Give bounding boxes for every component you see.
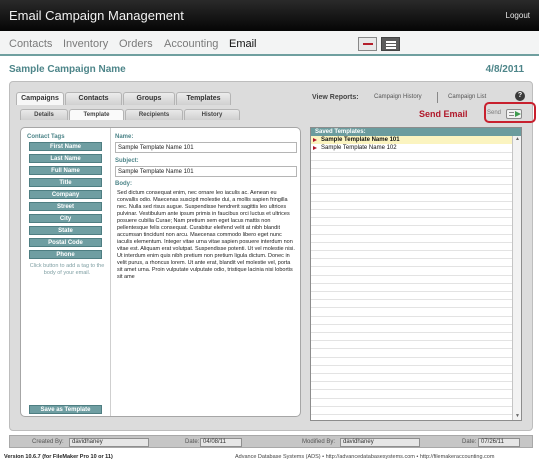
list-view-button[interactable] [381,37,400,51]
top-bar: Email Campaign Management Logout [0,0,539,31]
contact-tags-column: Contact Tags First Name Last Name Full N… [21,128,111,416]
tag-button-postal-code[interactable]: Postal Code [29,238,102,247]
subtab-template[interactable]: Template [69,109,124,120]
tag-hint-text: Click button to add a tag to the body of… [29,263,105,276]
send-highlight-box [484,102,536,123]
report-divider [437,92,438,103]
main-nav: Contacts Inventory Orders Accounting Ema… [0,31,539,56]
saved-templates-scrollbar[interactable]: ▲ ▼ [512,136,521,420]
scroll-down-icon[interactable]: ▼ [514,413,521,420]
nav-item-orders[interactable]: Orders [119,38,153,50]
tag-button-first-name[interactable]: First Name [29,142,102,151]
saved-templates-header: Saved Templates: [311,128,521,136]
save-as-template-button[interactable]: Save as Template [29,405,102,414]
name-field[interactable]: Sample Template Name 101 [115,142,297,153]
tag-button-full-name[interactable]: Full Name [29,166,102,175]
view-reports-label: View Reports: [312,94,359,101]
nav-item-inventory[interactable]: Inventory [63,38,108,50]
tag-button-company[interactable]: Company [29,190,102,199]
list-view-icon-line [386,44,396,46]
tag-button-street[interactable]: Street [29,202,102,211]
modified-date-field: 07/26/11 [478,438,520,447]
logout-link[interactable]: Logout [506,11,530,20]
modified-by-field: davidhaney [340,438,420,447]
main-panel: Campaigns Contacts Groups Templates Deta… [9,81,536,431]
modified-by-label: Modified By: [302,439,336,445]
template-editor: Contact Tags First Name Last Name Full N… [20,127,301,417]
arrow-right-icon [313,138,317,142]
subject-label: Subject: [115,158,139,164]
form-view-button[interactable] [358,37,377,51]
tab-campaigns[interactable]: Campaigns [16,92,64,105]
list-view-icon-line [386,47,396,49]
nav-item-contacts[interactable]: Contacts [9,38,52,50]
report-link-campaign-history[interactable]: Campaign History [374,94,422,100]
list-view-icon [386,41,396,43]
created-by-field: davidhaney [69,438,149,447]
tag-button-last-name[interactable]: Last Name [29,154,102,163]
created-date-label: Date: [185,439,200,445]
tab-templates[interactable]: Templates [176,92,231,105]
scroll-up-icon[interactable]: ▲ [514,136,521,143]
modified-date-label: Date: [462,439,477,445]
tag-button-title[interactable]: Title [29,178,102,187]
saved-templates-list: Saved Templates: Sample Template Name 10… [310,127,522,421]
tab-contacts[interactable]: Contacts [65,92,122,105]
tag-button-state[interactable]: State [29,226,102,235]
arrow-right-icon [313,146,317,150]
page-title: Sample Campaign Name [9,64,126,75]
subtab-details[interactable]: Details [20,109,68,120]
credits-text: Advance Database Systems (ADS) • http://… [235,454,495,460]
created-by-label: Created By: [32,439,64,445]
contact-tags-label: Contact Tags [27,134,65,140]
app-title: Email Campaign Management [9,8,184,23]
nav-item-email[interactable]: Email [229,38,257,50]
campaign-date: 4/8/2011 [485,64,524,75]
subject-field[interactable]: Sample Template Name 101 [115,166,297,177]
subtab-history[interactable]: History [184,109,240,120]
tab-groups[interactable]: Groups [123,92,175,105]
saved-template-row[interactable]: Sample Template Name 102 [311,144,512,152]
report-link-campaign-list[interactable]: Campaign List [448,94,486,100]
form-view-icon [363,43,373,45]
name-label: Name: [115,134,134,140]
body-field[interactable]: Sed dictum consequat enim, nec ornare le… [115,188,297,413]
record-info-bar: Created By: davidhaney Date: 04/08/11 Mo… [9,435,533,448]
subtab-recipients[interactable]: Recipients [125,109,183,120]
saved-template-name: Sample Template Name 102 [321,145,397,151]
body-label: Body: [115,181,132,187]
help-icon[interactable]: ? [515,91,525,101]
tag-button-phone[interactable]: Phone [29,250,102,259]
saved-template-row[interactable]: Sample Template Name 101 [311,136,512,144]
tag-button-city[interactable]: City [29,214,102,223]
version-text: Version 10.6.7 (for FileMaker Pro 10 or … [4,454,113,460]
send-email-label: Send Email [419,109,468,119]
nav-item-accounting[interactable]: Accounting [164,38,218,50]
created-date-field: 04/08/11 [200,438,242,447]
saved-templates-rows: Sample Template Name 101 Sample Template… [311,136,512,420]
saved-template-name: Sample Template Name 101 [321,137,400,143]
